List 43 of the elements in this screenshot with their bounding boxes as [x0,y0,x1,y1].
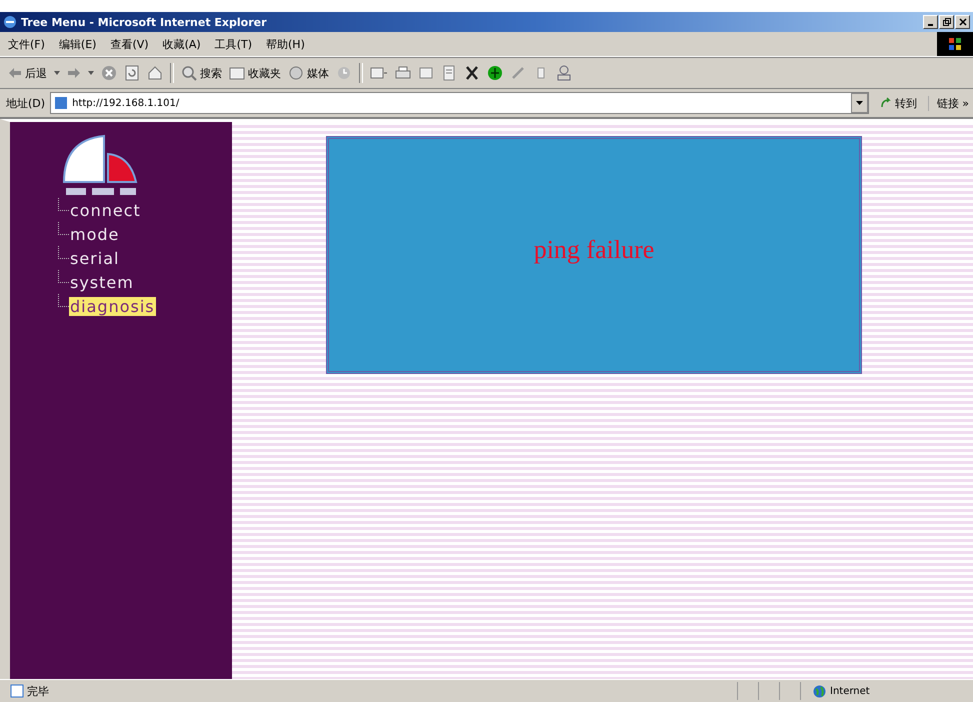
stop-icon[interactable] [101,65,117,81]
tree-menu-item[interactable]: diagnosis [69,296,156,316]
restore-icon [942,18,950,26]
window-title: Tree Menu - Microsoft Internet Explorer [21,16,267,28]
menu-item[interactable]: 编辑(E) [58,36,96,52]
menu-item[interactable]: 工具(T) [214,36,252,52]
search-icon [181,65,197,81]
back-button[interactable]: 后退 [8,66,47,80]
go-button[interactable]: 转到 [874,96,923,110]
restore-button[interactable] [939,15,954,29]
close-icon [958,18,966,26]
tree-menu-item[interactable]: system [69,272,135,292]
home-icon[interactable] [147,65,163,81]
status-message: ping failure [534,235,654,265]
windows-logo-icon [937,32,973,56]
tree-menu-item[interactable]: serial [69,248,120,268]
menu-item[interactable]: 收藏(A) [162,36,201,52]
zone-indicator: Internet [800,682,973,700]
dropdown-button[interactable] [850,93,868,113]
media-button[interactable]: 媒体 [288,65,329,81]
minimize-button[interactable] [923,15,938,29]
back-arrow-icon [8,67,22,79]
go-arrow-icon [880,97,892,109]
menu-item[interactable]: 查看(V) [110,36,149,52]
address-label: 地址(D) [6,96,46,110]
search-button[interactable]: 搜索 [181,65,222,81]
refresh-icon[interactable] [124,65,140,81]
dropdown-arrow-icon [54,71,60,75]
forward-arrow-icon[interactable] [67,67,81,79]
user-icon[interactable] [556,65,572,81]
favorites-button[interactable]: 收藏夹 [229,66,281,80]
address-field[interactable]: http://192.168.1.101/ [50,92,869,114]
menu-item[interactable]: 帮助(H) [266,36,305,52]
status-text: 完毕 [0,684,49,698]
menu-item[interactable]: 文件(F) [8,36,45,52]
print-icon[interactable] [395,65,411,81]
links-button[interactable]: 链接 » [928,96,973,110]
document-icon[interactable] [441,65,457,81]
close-button[interactable] [955,15,970,29]
tree-menu-item[interactable]: mode [69,224,120,244]
dropdown-arrow-icon [88,71,94,75]
caret-icon [856,101,863,105]
tree-menu-item[interactable]: connect [69,200,142,220]
